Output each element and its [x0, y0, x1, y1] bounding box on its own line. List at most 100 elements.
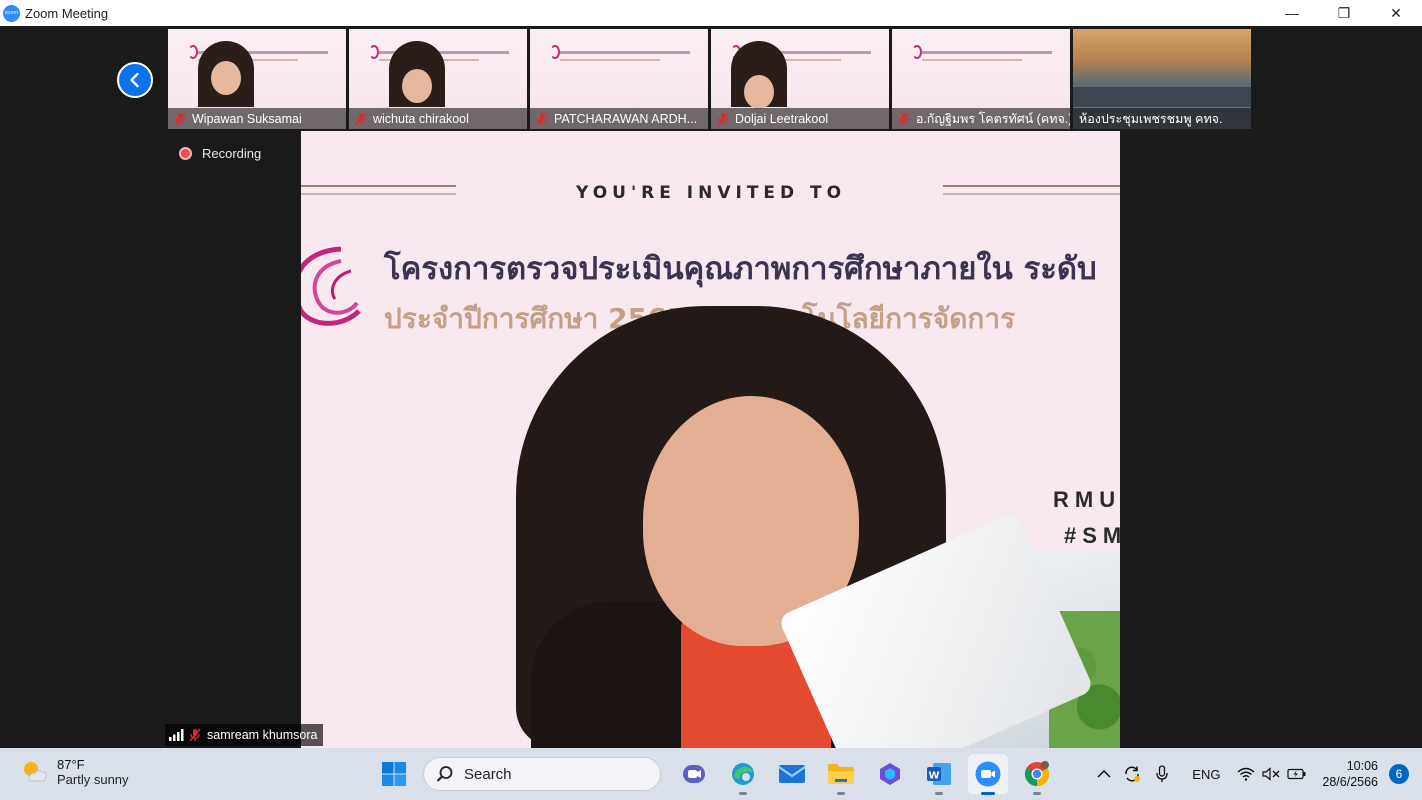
- minimize-button[interactable]: —: [1266, 0, 1318, 26]
- speaker-nameplate: samream khumsora: [165, 724, 324, 746]
- mic-muted-icon: [355, 112, 367, 125]
- mail-icon: [778, 765, 806, 783]
- show-hidden-icons-button[interactable]: [1090, 748, 1118, 800]
- word-icon: W: [927, 763, 951, 785]
- university-logo-icon: [301, 246, 361, 326]
- meeting-room-desk: [1073, 87, 1251, 107]
- slide-logo-icon: [369, 45, 379, 59]
- chat-camera-icon: [683, 765, 705, 783]
- meeting-area: Wipawan Suksamai wichuta chirakool PATCH…: [0, 26, 1422, 748]
- restore-button[interactable]: ❐: [1318, 0, 1370, 26]
- taskbar-mail[interactable]: [772, 754, 812, 794]
- sync-icon: [1125, 766, 1141, 782]
- recording-label: Recording: [202, 146, 262, 161]
- participant-nameplate: Doljai Leetrakool: [711, 108, 889, 129]
- clock-time: 10:06: [1346, 759, 1378, 773]
- recording-dot-icon: [179, 147, 192, 160]
- microphone-tray-button[interactable]: [1146, 748, 1178, 800]
- slide-logo-icon: [550, 45, 560, 59]
- system-tray: ENG 10:06 28/6/2566 6: [1090, 748, 1422, 800]
- slide-tag-hashtag: #SM: [1064, 523, 1120, 548]
- active-indicator: [981, 792, 995, 795]
- chrome-icon: [1024, 761, 1050, 786]
- folder-icon: [828, 764, 854, 784]
- mic-muted-icon: [174, 112, 186, 125]
- participant-nameplate: ห้องประชุมเพชรชมพู คทจ.: [1073, 108, 1251, 129]
- participant-tile[interactable]: PATCHARAWAN ARDH...: [530, 29, 708, 129]
- participant-tile[interactable]: ห้องประชุมเพชรชมพู คทจ.: [1073, 29, 1251, 129]
- chevron-up-icon: [1097, 769, 1111, 778]
- participant-name: Doljai Leetrakool: [735, 111, 829, 126]
- taskbar-edge[interactable]: [723, 754, 763, 795]
- signal-strength-icon: [169, 729, 184, 741]
- taskbar-teams-chat[interactable]: [674, 754, 714, 794]
- slide-divider: [301, 185, 456, 187]
- close-button[interactable]: ✕: [1370, 0, 1422, 26]
- search-icon: [436, 766, 453, 782]
- taskbar-word[interactable]: W: [919, 754, 959, 795]
- participant-name: อ.กัญฐิมพร โคตรทัศน์ (คทจ.): [915, 111, 1070, 126]
- language-indicator[interactable]: ENG: [1178, 748, 1234, 800]
- participant-name: ห้องประชุมเพชรชมพู คทจ.: [1079, 111, 1223, 126]
- window-title: Zoom Meeting: [25, 5, 109, 21]
- window-title-bar: zoom Zoom Meeting — ❐ ✕: [0, 0, 1422, 26]
- participant-strip: Wipawan Suksamai wichuta chirakool PATCH…: [168, 29, 1251, 129]
- slide-divider: [943, 185, 1120, 187]
- participant-face: [211, 61, 241, 95]
- wifi-tray-button[interactable]: [1234, 748, 1258, 800]
- participant-tile[interactable]: อ.กัญฐิมพร โคตรทัศน์ (คทจ.): [892, 29, 1070, 129]
- taskbar-zoom[interactable]: [968, 754, 1008, 795]
- slide-text-line: [922, 51, 1052, 54]
- taskbar-search[interactable]: Search: [423, 757, 661, 791]
- slide-logo-icon: [188, 45, 198, 59]
- mic-muted-icon: [536, 112, 548, 125]
- taskbar-copilot[interactable]: [870, 754, 910, 794]
- participant-tile[interactable]: wichuta chirakool: [349, 29, 527, 129]
- svg-text:W: W: [928, 771, 939, 782]
- zoom-logo-icon: zoom: [3, 4, 20, 22]
- mic-muted-icon: [189, 728, 201, 742]
- participant-nameplate: อ.กัญฐิมพร โคตรทัศน์ (คทจ.): [892, 108, 1070, 129]
- slide-invited-text: YOU'RE INVITED TO: [576, 183, 847, 203]
- participant-name: wichuta chirakool: [373, 111, 469, 126]
- previous-page-button[interactable]: [117, 62, 153, 98]
- running-indicator: [1033, 792, 1041, 795]
- clock-date: 28/6/2566: [1322, 775, 1378, 789]
- taskbar-apps: Search W: [374, 754, 1066, 795]
- weather-widget[interactable]: 87°F Partly sunny: [20, 757, 129, 787]
- windows-logo-icon: [382, 762, 406, 786]
- taskbar-file-explorer[interactable]: [821, 754, 861, 795]
- search-label: Search: [464, 765, 512, 783]
- slide-divider: [301, 193, 456, 195]
- weather-temperature: 87°F: [57, 757, 85, 772]
- partly-sunny-icon: [24, 762, 47, 782]
- slide-tag-rmu: RMU: [1053, 487, 1120, 512]
- mic-muted-icon: [898, 112, 910, 125]
- slide-text-line: [560, 59, 660, 61]
- slide-logo-icon: [912, 45, 922, 59]
- participant-tile[interactable]: Wipawan Suksamai: [168, 29, 346, 129]
- participant-nameplate: wichuta chirakool: [349, 108, 527, 129]
- windows-taskbar: 87°F Partly sunny Search W ENG 10:06 28/…: [0, 748, 1422, 800]
- participant-face: [402, 69, 432, 103]
- window-controls: — ❐ ✕: [1266, 0, 1422, 26]
- start-button[interactable]: [374, 754, 414, 794]
- volume-tray-button[interactable]: [1258, 748, 1284, 800]
- notification-count-badge[interactable]: 6: [1389, 764, 1409, 784]
- taskbar-chrome[interactable]: [1017, 754, 1057, 795]
- participant-nameplate: Wipawan Suksamai: [168, 108, 346, 129]
- participant-tile[interactable]: Doljai Leetrakool: [711, 29, 889, 129]
- participant-face: [744, 75, 774, 109]
- sync-tray-button[interactable]: [1118, 748, 1146, 800]
- wifi-icon: [1237, 767, 1255, 781]
- participant-nameplate: PATCHARAWAN ARDH...: [530, 108, 708, 129]
- battery-tray-button[interactable]: [1284, 748, 1310, 800]
- recording-indicator[interactable]: Recording: [179, 146, 261, 161]
- zoom-logo-text: zoom: [4, 10, 19, 16]
- copilot-icon: [880, 763, 900, 785]
- system-clock[interactable]: 10:06 28/6/2566: [1322, 758, 1378, 790]
- participant-name: PATCHARAWAN ARDH...: [554, 111, 698, 126]
- running-indicator: [837, 792, 845, 795]
- active-speaker-video[interactable]: YOU'RE INVITED TO โครงการตรวจประเมินคุณภ…: [301, 131, 1120, 748]
- microphone-icon: [1156, 765, 1169, 782]
